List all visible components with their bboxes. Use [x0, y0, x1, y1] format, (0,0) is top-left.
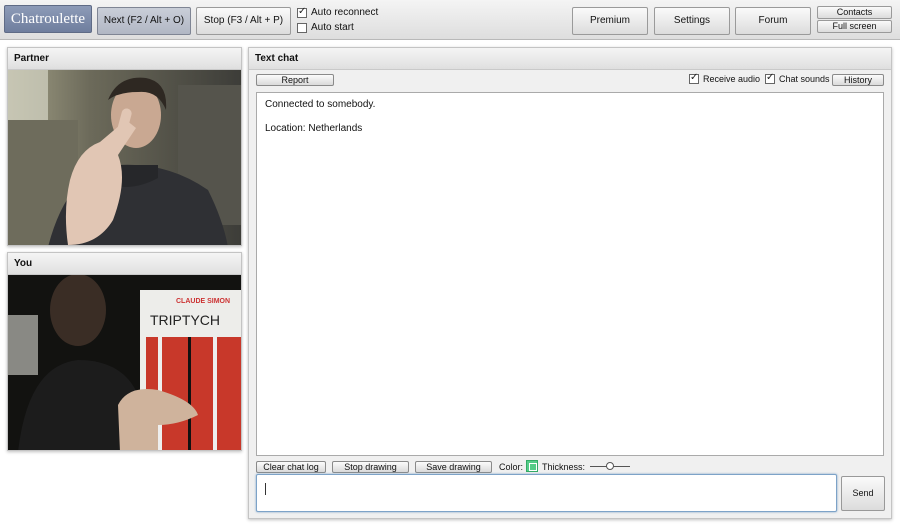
stop-drawing-button[interactable]: Stop drawing	[332, 461, 409, 473]
text-chat-panel: Text chat Report Receive audio Chat soun…	[248, 47, 892, 519]
chat-message: Connected to somebody.	[265, 99, 376, 110]
you-panel: You CLAUDE SIMON TRIPTYCH	[7, 252, 242, 451]
report-button[interactable]: Report	[256, 74, 334, 86]
receive-audio-option[interactable]: Receive audio	[689, 72, 761, 84]
premium-button[interactable]: Premium	[572, 7, 648, 35]
auto-start-label: Auto start	[311, 22, 354, 33]
drawing-toolbar: Clear chat log Stop drawing Save drawing…	[256, 460, 886, 474]
chatroulette-logo[interactable]: Chatroulette	[4, 5, 92, 33]
forum-button[interactable]: Forum	[735, 7, 811, 35]
stop-button[interactable]: Stop (F3 / Alt + P)	[196, 7, 291, 35]
chat-sounds-label: Chat sounds	[779, 74, 830, 84]
partner-panel: Partner	[7, 47, 242, 246]
partner-title: Partner	[8, 48, 241, 70]
receive-audio-label: Receive audio	[703, 74, 761, 84]
auto-reconnect-option[interactable]: Auto reconnect	[297, 6, 379, 18]
auto-start-option[interactable]: Auto start	[297, 22, 354, 33]
you-title: You	[8, 253, 241, 275]
send-button[interactable]: Send	[841, 476, 885, 511]
chat-log: Connected to somebody. Location: Netherl…	[256, 92, 884, 456]
auto-reconnect-checkbox[interactable]	[297, 6, 307, 18]
fullscreen-button[interactable]: Full screen	[817, 20, 892, 33]
clear-chat-log-button[interactable]: Clear chat log	[256, 461, 326, 473]
history-button[interactable]: History	[832, 74, 884, 86]
top-toolbar: Chatroulette Next (F2 / Alt + O) Stop (F…	[0, 0, 900, 40]
book-author: CLAUDE SIMON	[176, 298, 230, 305]
text-caret	[265, 483, 266, 495]
you-video-frame: CLAUDE SIMON TRIPTYCH	[8, 275, 241, 450]
text-chat-title: Text chat	[249, 48, 891, 70]
color-label: Color:	[499, 462, 524, 472]
auto-reconnect-label: Auto reconnect	[311, 7, 379, 18]
next-button[interactable]: Next (F2 / Alt + O)	[97, 7, 191, 35]
contacts-button[interactable]: Contacts	[817, 6, 892, 19]
chat-sounds-checkbox[interactable]	[765, 72, 775, 84]
you-video: CLAUDE SIMON TRIPTYCH	[8, 275, 241, 450]
partner-video-frame	[8, 70, 241, 245]
color-picker-swatch[interactable]	[526, 460, 538, 472]
book-title: TRIPTYCH	[150, 312, 220, 328]
thickness-label: Thickness:	[542, 462, 586, 472]
chat-message: Location: Netherlands	[265, 123, 363, 134]
chat-sounds-option[interactable]: Chat sounds	[765, 72, 830, 84]
receive-audio-checkbox[interactable]	[689, 72, 699, 84]
thickness-slider-handle[interactable]	[606, 462, 614, 470]
auto-start-checkbox[interactable]	[297, 22, 307, 33]
message-input[interactable]	[256, 474, 837, 512]
save-drawing-button[interactable]: Save drawing	[415, 461, 492, 473]
partner-video	[8, 70, 241, 245]
settings-button[interactable]: Settings	[654, 7, 730, 35]
